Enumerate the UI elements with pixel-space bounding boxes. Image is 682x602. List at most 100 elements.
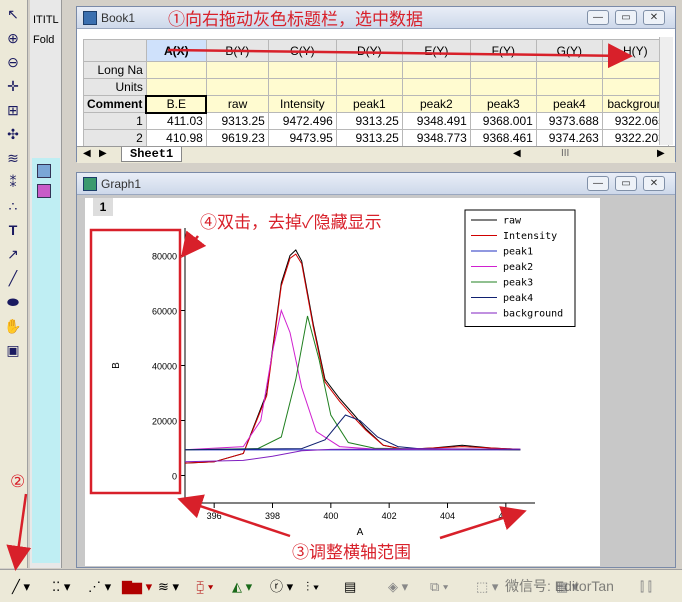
align-icon[interactable]: ⫿ ⫿	[640, 578, 652, 596]
data-cell[interactable]: 9348.491	[401, 112, 471, 130]
comment-cell[interactable]: peak4	[535, 95, 603, 113]
hscroll-thumb[interactable]: III	[561, 148, 569, 159]
project-explorer: ITITL Fold	[30, 0, 62, 568]
y-tick-label: 0	[172, 472, 177, 482]
scatter-plot-icon[interactable]: ⁚⁚ ▾	[52, 578, 70, 596]
comment-cell[interactable]: raw	[205, 95, 269, 113]
y-tick-label: 80000	[152, 252, 177, 262]
pointer-icon[interactable]: ↖	[3, 4, 23, 24]
tab-next-icon[interactable]: ▶	[99, 148, 107, 159]
graph-icon[interactable]: ▣	[3, 340, 23, 360]
hscroll-right-icon[interactable]: ▶	[657, 148, 665, 159]
data-cell[interactable]: 9373.688	[535, 112, 603, 130]
hand-icon[interactable]: ✋	[3, 316, 23, 336]
graph-item-icon[interactable]	[37, 184, 51, 198]
arrow-tool-icon[interactable]: ↗	[3, 244, 23, 264]
ellipse-tool-icon[interactable]: ⬬	[3, 292, 23, 312]
comment-cell[interactable]: peak3	[469, 95, 537, 113]
area-plot-icon[interactable]: ◭ ▾	[232, 578, 252, 596]
multi-curve-icon[interactable]: ≋ ▾	[158, 578, 179, 596]
x-tick-label: 398	[265, 511, 280, 521]
crosshair-icon[interactable]: ✛	[3, 76, 23, 96]
comment-cell[interactable]: B.E	[145, 94, 208, 114]
layer-icon[interactable]: ⧉ ▾	[430, 578, 448, 596]
book-icon[interactable]	[37, 164, 51, 178]
line-symbol-icon[interactable]: ⋰ ▾	[88, 578, 111, 596]
data-cell[interactable]: 410.98	[145, 129, 207, 147]
worksheet-icon	[83, 11, 97, 25]
comment-cell[interactable]: Intensity	[267, 95, 337, 113]
zoom-in-icon[interactable]: ⊕	[3, 28, 23, 48]
line-plot-icon[interactable]: ╱ ▾	[12, 578, 30, 596]
data-selector-icon[interactable]: ≋	[3, 148, 23, 168]
row-label-units: Units	[83, 78, 147, 96]
data-reader-icon[interactable]: ✣	[3, 124, 23, 144]
x-tick-label: 404	[440, 511, 455, 521]
text-tool-icon[interactable]: T	[3, 220, 23, 240]
table-row: 1 411.03 9313.25 9472.496 9313.25 9348.4…	[83, 112, 669, 130]
legend-entry: peak4	[503, 293, 533, 304]
zoom-out-icon[interactable]: ⊖	[3, 52, 23, 72]
data-cell[interactable]: 9313.25	[335, 129, 403, 147]
data-cell[interactable]: 9368.461	[469, 129, 537, 147]
column-header[interactable]: C(Y)	[267, 39, 337, 62]
layer-indicator[interactable]: 1	[93, 198, 113, 216]
row-number: 1	[83, 112, 147, 130]
worksheet-grid[interactable]: A(X) B(Y) C(Y) D(Y) E(Y) F(Y) G(Y) H(Y) …	[83, 39, 669, 147]
comment-cell[interactable]: peak2	[401, 95, 471, 113]
group-icon[interactable]: ⬚ ▾	[476, 578, 498, 596]
data-cell[interactable]: 9473.95	[267, 129, 337, 147]
graph-page[interactable]: 1 0 20000 40000 60000 80000 396 398 400 402 404 40…	[85, 198, 600, 566]
stock-chart-icon[interactable]: ⫶ ▾	[306, 578, 319, 596]
line-tool-icon[interactable]: ╱	[3, 268, 23, 288]
x-tick-label: 406	[498, 511, 513, 521]
maximize-button[interactable]: ▭	[615, 176, 637, 191]
template-icon[interactable]: ▤	[344, 578, 356, 596]
data-cell[interactable]: 9348.773	[401, 129, 471, 147]
comment-cell[interactable]: peak1	[335, 95, 403, 113]
annotation-step-3: ③调整横轴范围	[292, 543, 411, 562]
hscroll-left-icon[interactable]: ◀	[513, 148, 521, 159]
scatter-draw-icon[interactable]: ∴	[3, 196, 23, 216]
close-button[interactable]: ✕	[643, 10, 665, 25]
legend-entry: Intensity	[503, 231, 557, 242]
polar-icon[interactable]: ⓡ ▾	[270, 578, 293, 596]
bottom-toolbar: ╱ ▾ ⁚⁚ ▾ ⋰ ▾ ▇▆ ▾ ≋ ▾ ⧮ ▾ ◭ ▾ ⓡ ▾ ⫶ ▾ ▤ …	[0, 569, 682, 602]
column-header[interactable]: F(Y)	[469, 39, 537, 62]
3d-icon[interactable]: ◈ ▾	[388, 578, 408, 596]
annotation-step-2: ②	[10, 472, 26, 491]
data-cell[interactable]: 9374.263	[535, 129, 603, 147]
series-line-peak4	[184, 414, 521, 451]
y-tick-label: 20000	[152, 417, 177, 427]
column-header[interactable]: D(Y)	[335, 39, 403, 62]
row-number: 2	[83, 129, 147, 147]
folder-label: Fold	[33, 34, 55, 46]
column-header[interactable]: B(Y)	[205, 39, 269, 62]
column-plot-icon[interactable]: ▇▆ ▾	[122, 578, 152, 596]
minimize-button[interactable]: —	[587, 10, 609, 25]
tab-prev-icon[interactable]: ◀	[83, 148, 91, 159]
x-tick-label: 402	[382, 511, 397, 521]
data-cell[interactable]: 9313.25	[335, 112, 403, 130]
data-cell[interactable]: 9472.496	[267, 112, 337, 130]
data-cell[interactable]: 411.03	[145, 112, 207, 130]
tab-sheet1[interactable]: Sheet1	[121, 147, 183, 162]
region-select-icon[interactable]: ⁑	[3, 172, 23, 192]
graph-window-icon	[83, 177, 97, 191]
plot-area[interactable]: 0 20000 40000 60000 80000 396 398 400 402 404 406 A…	[85, 198, 600, 566]
data-cell[interactable]: 9313.25	[205, 112, 269, 130]
data-cell[interactable]: 9368.001	[469, 112, 537, 130]
data-cell[interactable]: 9619.23	[205, 129, 269, 147]
maximize-button[interactable]: ▭	[615, 10, 637, 25]
column-header[interactable]: G(Y)	[535, 39, 603, 62]
screen-reader-icon[interactable]: ⊞	[3, 100, 23, 120]
column-header[interactable]: E(Y)	[401, 39, 471, 62]
minimize-button[interactable]: —	[587, 176, 609, 191]
vertical-scrollbar[interactable]	[659, 37, 673, 145]
box-chart-icon[interactable]: ⧮ ▾	[196, 578, 213, 596]
series-line-peak2	[184, 308, 521, 451]
graph-titlebar[interactable]: Graph1 — ▭ ✕	[77, 173, 675, 195]
close-button[interactable]: ✕	[643, 176, 665, 191]
column-header[interactable]: A(X)	[145, 39, 207, 62]
explorer-tree[interactable]	[32, 158, 60, 563]
